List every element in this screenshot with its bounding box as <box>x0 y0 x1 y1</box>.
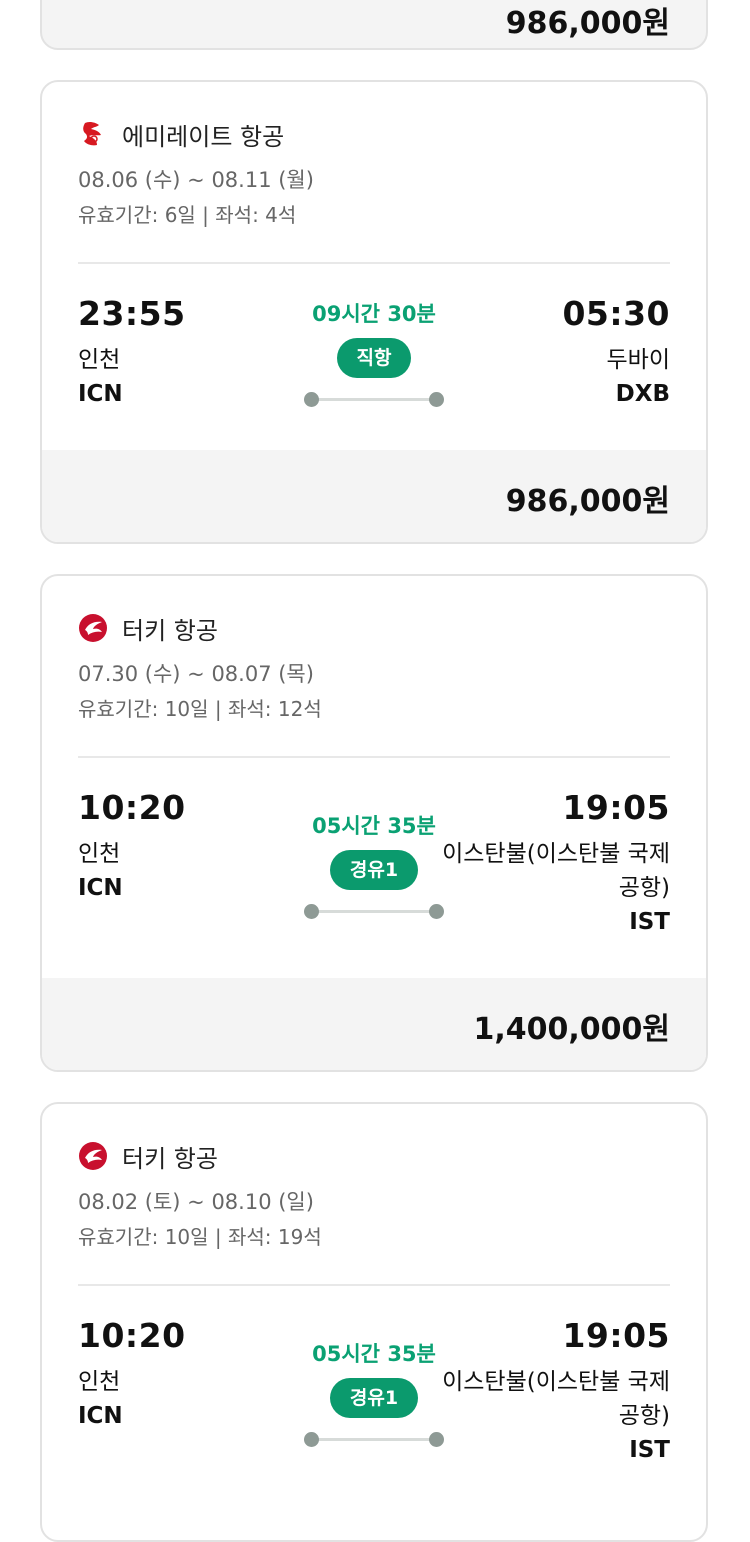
travel-dates: 08.02 (토) ~ 08.10 (일) <box>78 1190 314 1214</box>
departure: 23:55 인천 ICN <box>78 294 186 411</box>
flight-duration-block: 05시간 35분 경유1 <box>294 810 454 920</box>
departure: 10:20 인천 ICN <box>78 788 186 905</box>
flight-card[interactable]: 터키 항공 07.30 (수) ~ 08.07 (목) 유효기간: 10일 | … <box>40 574 708 1072</box>
arrival: 05:30 두바이 DXB <box>562 294 670 411</box>
arrival-time: 19:05 <box>562 788 670 827</box>
airline-name: 터키 항공 <box>122 1144 218 1173</box>
departure-code: ICN <box>78 875 123 901</box>
arrival-code: DXB <box>615 381 670 407</box>
flight-card[interactable]: 에미레이트 항공 08.06 (수) ~ 08.11 (월) 유효기간: 6일 … <box>40 80 708 544</box>
flight-duration: 09시간 30분 <box>312 302 436 326</box>
destination-dot <box>429 392 444 407</box>
flight-duration: 05시간 35분 <box>312 814 436 838</box>
arrival-city: 두바이 <box>606 347 670 373</box>
arrival: 19:05 이스탄불(이스탄불 국제공항) IST <box>440 1316 670 1467</box>
validity-seats: 유효기간: 10일 | 좌석: 19석 <box>78 1225 322 1249</box>
arrival-code: IST <box>629 909 670 935</box>
airline-row: 터키 항공 <box>78 1132 670 1180</box>
route-line <box>304 904 444 920</box>
divider <box>78 756 670 758</box>
route-line <box>304 392 444 408</box>
departure-city: 인천 <box>78 1369 121 1395</box>
route-line <box>304 1432 444 1448</box>
flight-card-partial[interactable]: 986,000원 <box>40 0 708 50</box>
emirates-logo-icon <box>78 119 108 149</box>
stops-badge: 경유1 <box>329 1378 419 1418</box>
travel-dates: 07.30 (수) ~ 08.07 (목) <box>78 662 314 686</box>
arrival-time: 19:05 <box>562 1316 670 1355</box>
flight-duration-block: 09시간 30분 직항 <box>294 298 454 408</box>
validity-seats: 유효기간: 10일 | 좌석: 12석 <box>78 697 322 721</box>
origin-dot <box>304 1432 319 1447</box>
price-bar: 986,000원 <box>42 450 706 542</box>
flight-info: 10:20 인천 ICN 05시간 35분 경유1 19:05 이스탄불(이스탄… <box>78 1316 670 1476</box>
arrival-code: IST <box>629 1437 670 1463</box>
flight-card[interactable]: 터키 항공 08.02 (토) ~ 08.10 (일) 유효기간: 10일 | … <box>40 1102 708 1542</box>
airline-row: 터키 항공 <box>78 604 670 652</box>
departure-city: 인천 <box>78 841 121 867</box>
flight-info: 23:55 인천 ICN 09시간 30분 직항 05:30 두바이 DXB <box>78 294 670 454</box>
airline-name: 에미레이트 항공 <box>122 122 285 151</box>
stops-badge: 직항 <box>336 338 412 378</box>
price-bar: 1,400,000원 <box>42 978 706 1070</box>
departure-city: 인천 <box>78 347 121 373</box>
departure-time: 23:55 <box>78 294 186 333</box>
stops-badge: 경유1 <box>329 850 419 890</box>
arrival-city: 이스탄불(이스탄불 국제공항) <box>442 841 670 901</box>
departure: 10:20 인천 ICN <box>78 1316 186 1433</box>
origin-dot <box>304 904 319 919</box>
departure-time: 10:20 <box>78 1316 186 1355</box>
flight-duration: 05시간 35분 <box>312 1342 436 1366</box>
price: 986,000원 <box>505 484 670 519</box>
flight-info: 10:20 인천 ICN 05시간 35분 경유1 19:05 이스탄불(이스탄… <box>78 788 670 948</box>
departure-time: 10:20 <box>78 788 186 827</box>
price: 986,000원 <box>505 6 670 41</box>
travel-dates: 08.06 (수) ~ 08.11 (월) <box>78 168 314 192</box>
departure-code: ICN <box>78 1403 123 1429</box>
price: 1,400,000원 <box>473 1012 670 1047</box>
airline-row: 에미레이트 항공 <box>78 110 670 158</box>
airline-name: 터키 항공 <box>122 616 218 645</box>
origin-dot <box>304 392 319 407</box>
divider <box>78 1284 670 1286</box>
divider <box>78 262 670 264</box>
arrival-time: 05:30 <box>562 294 670 333</box>
arrival-city: 이스탄불(이스탄불 국제공항) <box>442 1369 670 1429</box>
arrival: 19:05 이스탄불(이스탄불 국제공항) IST <box>440 788 670 939</box>
flight-duration-block: 05시간 35분 경유1 <box>294 1338 454 1448</box>
turkish-airlines-logo-icon <box>78 613 108 643</box>
departure-code: ICN <box>78 381 123 407</box>
turkish-airlines-logo-icon <box>78 1141 108 1171</box>
validity-seats: 유효기간: 6일 | 좌석: 4석 <box>78 203 297 227</box>
